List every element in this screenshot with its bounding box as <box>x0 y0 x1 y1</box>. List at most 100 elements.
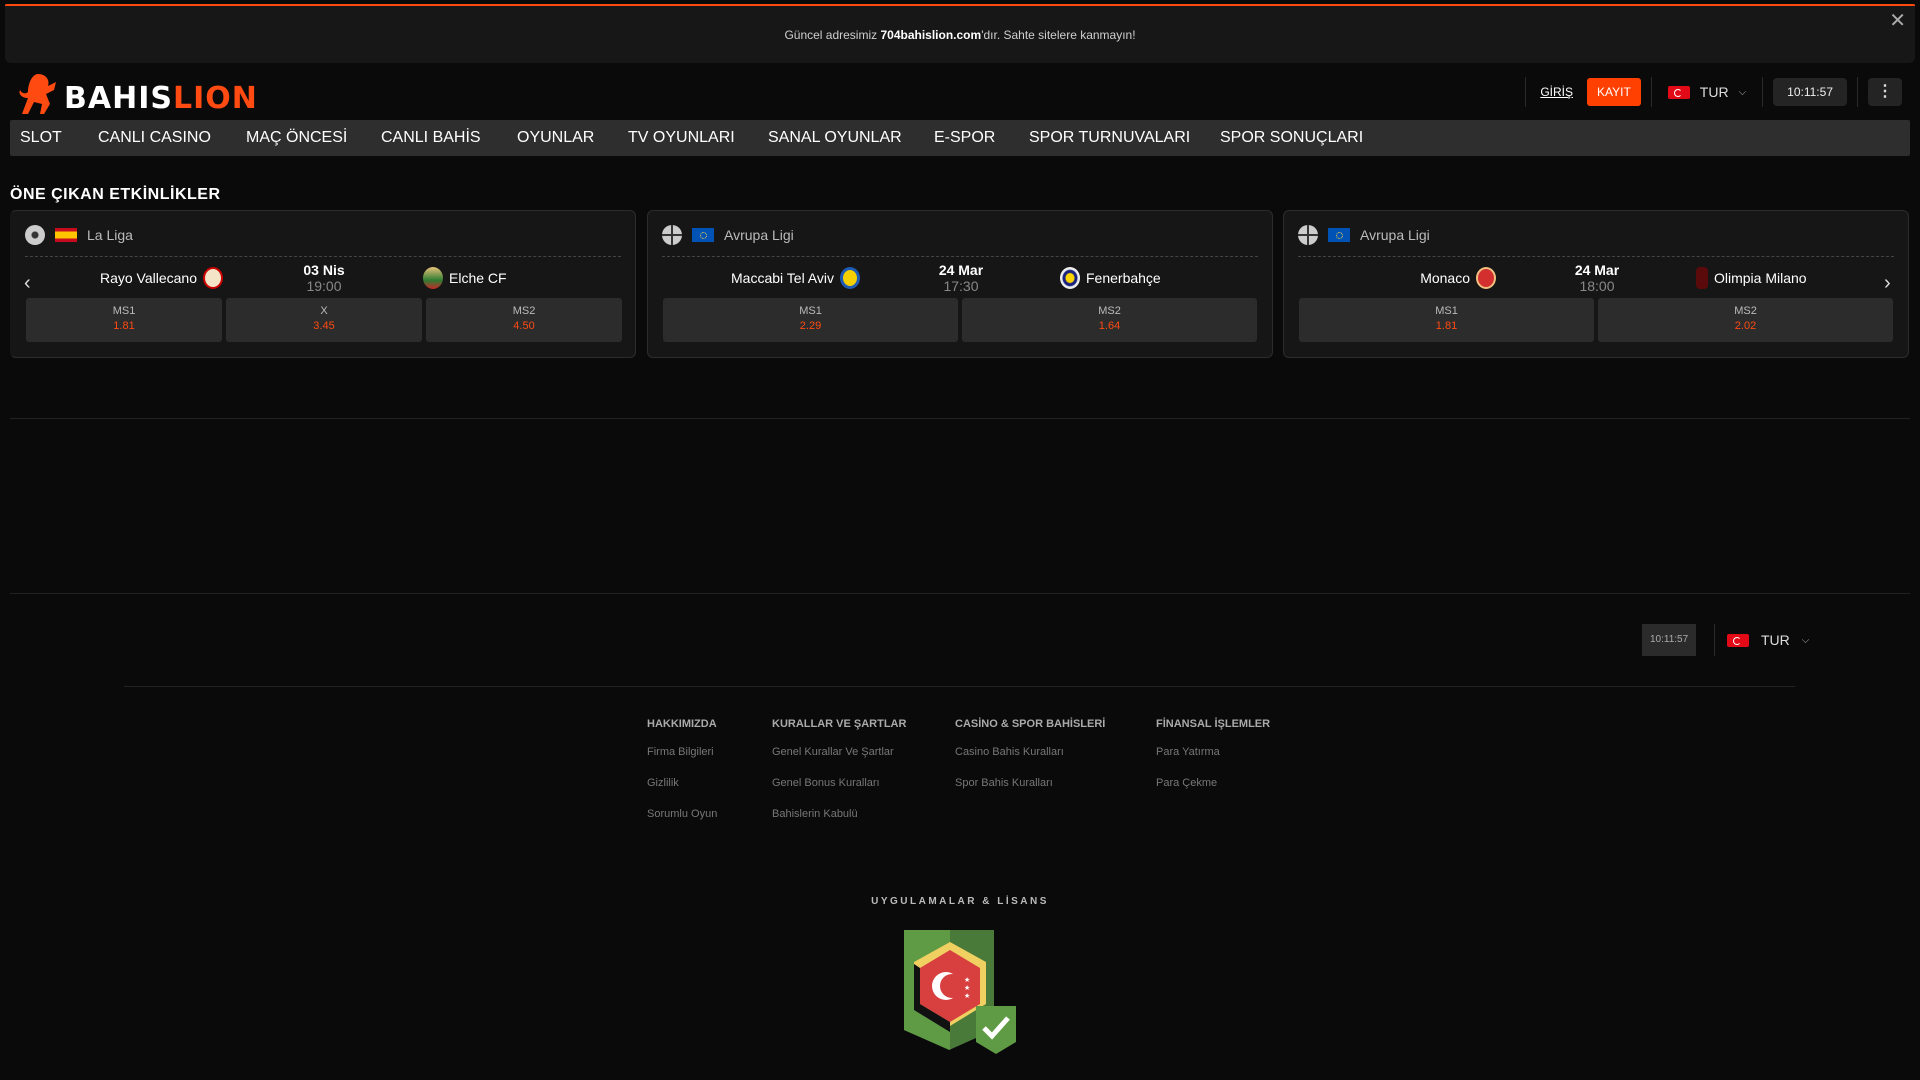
divider <box>1298 256 1894 257</box>
event-date: 24 Mar <box>1574 262 1620 278</box>
eu-flag-icon <box>1328 228 1350 242</box>
lion-icon <box>19 74 56 114</box>
home-team[interactable]: Rayo Vallecano <box>100 267 223 289</box>
footer-column-title: KURALLAR VE ŞARTLAR <box>772 718 907 730</box>
svg-text:★: ★ <box>964 984 970 992</box>
banner-domain: 704bahislion.com <box>880 27 982 42</box>
odd-button-ms2[interactable]: MS2 4.50 <box>426 298 622 342</box>
login-link[interactable]: GİRİŞ <box>1536 85 1577 99</box>
nav-live-betting[interactable]: CANLI BAHİS <box>381 120 481 156</box>
footer-link[interactable]: Bahislerin Kabulü <box>772 808 906 820</box>
logo[interactable]: BAHIS LION <box>18 70 258 116</box>
odd-label: X <box>320 305 328 317</box>
home-team[interactable]: Monaco <box>1420 267 1496 289</box>
event-time: 17:30 <box>943 278 979 294</box>
away-team-name: Fenerbahçe <box>1086 270 1161 286</box>
home-team-name: Rayo Vallecano <box>99 270 197 286</box>
divider <box>1857 77 1858 107</box>
nav-tournaments[interactable]: SPOR TURNUVALARI <box>1029 120 1190 156</box>
language-label: TUR <box>1761 632 1790 648</box>
divider <box>25 256 621 257</box>
event-date: 24 Mar <box>938 262 984 278</box>
footer-column-title: CASİNO & SPOR BAHİSLERİ <box>955 718 1106 730</box>
turkey-flag-icon <box>1727 633 1749 647</box>
team-crest-icon <box>1476 267 1496 289</box>
license-badge-icon[interactable]: ★★★ <box>900 924 1020 1056</box>
away-team-name: Elche CF <box>449 270 507 286</box>
event-time: 18:00 <box>1579 278 1615 294</box>
away-team-name: Olimpia Milano <box>1714 270 1807 286</box>
basketball-icon <box>1298 225 1318 245</box>
nav-esports[interactable]: E-SPOR <box>934 120 995 156</box>
event-card: La Liga Rayo Vallecano 03 Nis 19:00 Elche… <box>10 210 636 358</box>
footer-column-about: HAKKIMIZDA Firma Bilgileri Gizlilik Sorumlu… <box>647 718 717 839</box>
odd-button-ms1[interactable]: MS1 1.81 <box>26 298 222 342</box>
home-team[interactable]: Maccabi Tel Aviv <box>731 267 860 289</box>
divider <box>10 593 1910 594</box>
divider <box>10 418 1910 419</box>
nav-results[interactable]: SPOR SONUÇLARI <box>1220 120 1363 156</box>
footer-column-title: HAKKIMIZDA <box>647 718 717 730</box>
logo-text-bahis: BAHIS <box>64 81 173 116</box>
clock: 10:11:57 <box>1773 78 1847 106</box>
footer-link[interactable]: Para Yatırma <box>1156 746 1270 758</box>
nav-slot[interactable]: SLOT <box>20 120 62 156</box>
register-button[interactable]: KAYIT <box>1587 78 1641 106</box>
spain-flag-icon <box>55 228 77 242</box>
divider <box>662 256 1258 257</box>
footer-column-title: FİNANSAL İŞLEMLER <box>1156 718 1271 730</box>
nav-live-casino[interactable]: CANLI CASINO <box>98 120 211 156</box>
odd-button-ms1[interactable]: MS1 1.81 <box>1299 298 1594 342</box>
chevron-down-icon: ⌵ <box>1738 86 1747 98</box>
odd-button-ms2[interactable]: MS2 2.02 <box>1598 298 1893 342</box>
home-team-name: Monaco <box>1420 270 1470 286</box>
away-team[interactable]: Fenerbahçe <box>1060 267 1161 289</box>
odd-value: 4.50 <box>513 320 535 332</box>
footer-link[interactable]: Spor Bahis Kuralları <box>955 777 1105 789</box>
odd-button-ms1[interactable]: MS1 2.29 <box>663 298 958 342</box>
odd-value: 2.29 <box>799 320 822 332</box>
team-crest-icon <box>203 267 223 289</box>
turkey-flag-icon <box>1667 85 1690 99</box>
odd-button-ms2[interactable]: MS2 1.64 <box>962 298 1257 342</box>
footer-link[interactable]: Casino Bahis Kuralları <box>955 746 1105 758</box>
nav-games[interactable]: OYUNLAR <box>517 120 594 156</box>
nav-prematch[interactable]: MAÇ ÖNCESİ <box>246 120 347 156</box>
home-team-name: Maccabi Tel Aviv <box>731 270 834 286</box>
footer-column-casino-sport: CASİNO & SPOR BAHİSLERİ Casino Bahis Kura… <box>955 718 1105 808</box>
close-banner-icon[interactable]: ✕ <box>1889 8 1906 33</box>
header-controls: GİRİŞ KAYIT TUR ⌵ 10:11:57 ⋮ <box>1525 77 1902 107</box>
team-crest-icon <box>840 267 860 289</box>
away-team[interactable]: Olimpia Milano <box>1696 267 1807 289</box>
footer-link[interactable]: Firma Bilgileri <box>647 746 717 758</box>
footer-language-selector[interactable]: TUR ⌵ <box>1714 624 1809 656</box>
footer-link[interactable]: Sorumlu Oyun <box>647 808 717 820</box>
odd-value: 1.81 <box>113 320 135 332</box>
league-name: Avrupa Ligi <box>724 227 794 243</box>
league-header: Avrupa Ligi <box>1298 225 1430 245</box>
odd-label: MS1 <box>799 305 822 317</box>
footer-link[interactable]: Genel Bonus Kuralları <box>772 777 906 789</box>
footer-clock: 10:11:57 <box>1642 624 1697 656</box>
notice-banner: Güncel adresimiz 704bahislion.com'dır. S… <box>5 6 1915 63</box>
away-team[interactable]: Elche CF <box>423 267 507 289</box>
league-header: La Liga <box>25 225 133 245</box>
language-selector[interactable]: TUR ⌵ <box>1662 84 1752 100</box>
footer-link[interactable]: Genel Kurallar Ve Şartlar <box>772 746 906 758</box>
footer-link[interactable]: Para Çekme <box>1156 777 1270 789</box>
footer-link[interactable]: Gizlilik <box>647 777 717 789</box>
league-header: Avrupa Ligi <box>662 225 794 245</box>
carousel-prev-icon[interactable]: ‹ <box>24 272 31 295</box>
odd-value: 2.02 <box>1734 320 1757 332</box>
odd-button-x[interactable]: X 3.45 <box>226 298 422 342</box>
team-crest-icon <box>1060 267 1080 289</box>
football-icon <box>25 225 45 245</box>
league-name: La Liga <box>87 227 133 243</box>
divider <box>1525 77 1527 107</box>
more-menu-icon[interactable]: ⋮ <box>1868 78 1902 106</box>
banner-prefix: Güncel adresimiz <box>784 27 878 42</box>
nav-virtual-games[interactable]: SANAL OYUNLAR <box>768 120 902 156</box>
event-card: Avrupa Ligi Maccabi Tel Aviv 24 Mar 17:30… <box>647 210 1273 358</box>
nav-tv-games[interactable]: TV OYUNLARI <box>628 120 735 156</box>
carousel-next-icon[interactable]: › <box>1884 272 1891 295</box>
